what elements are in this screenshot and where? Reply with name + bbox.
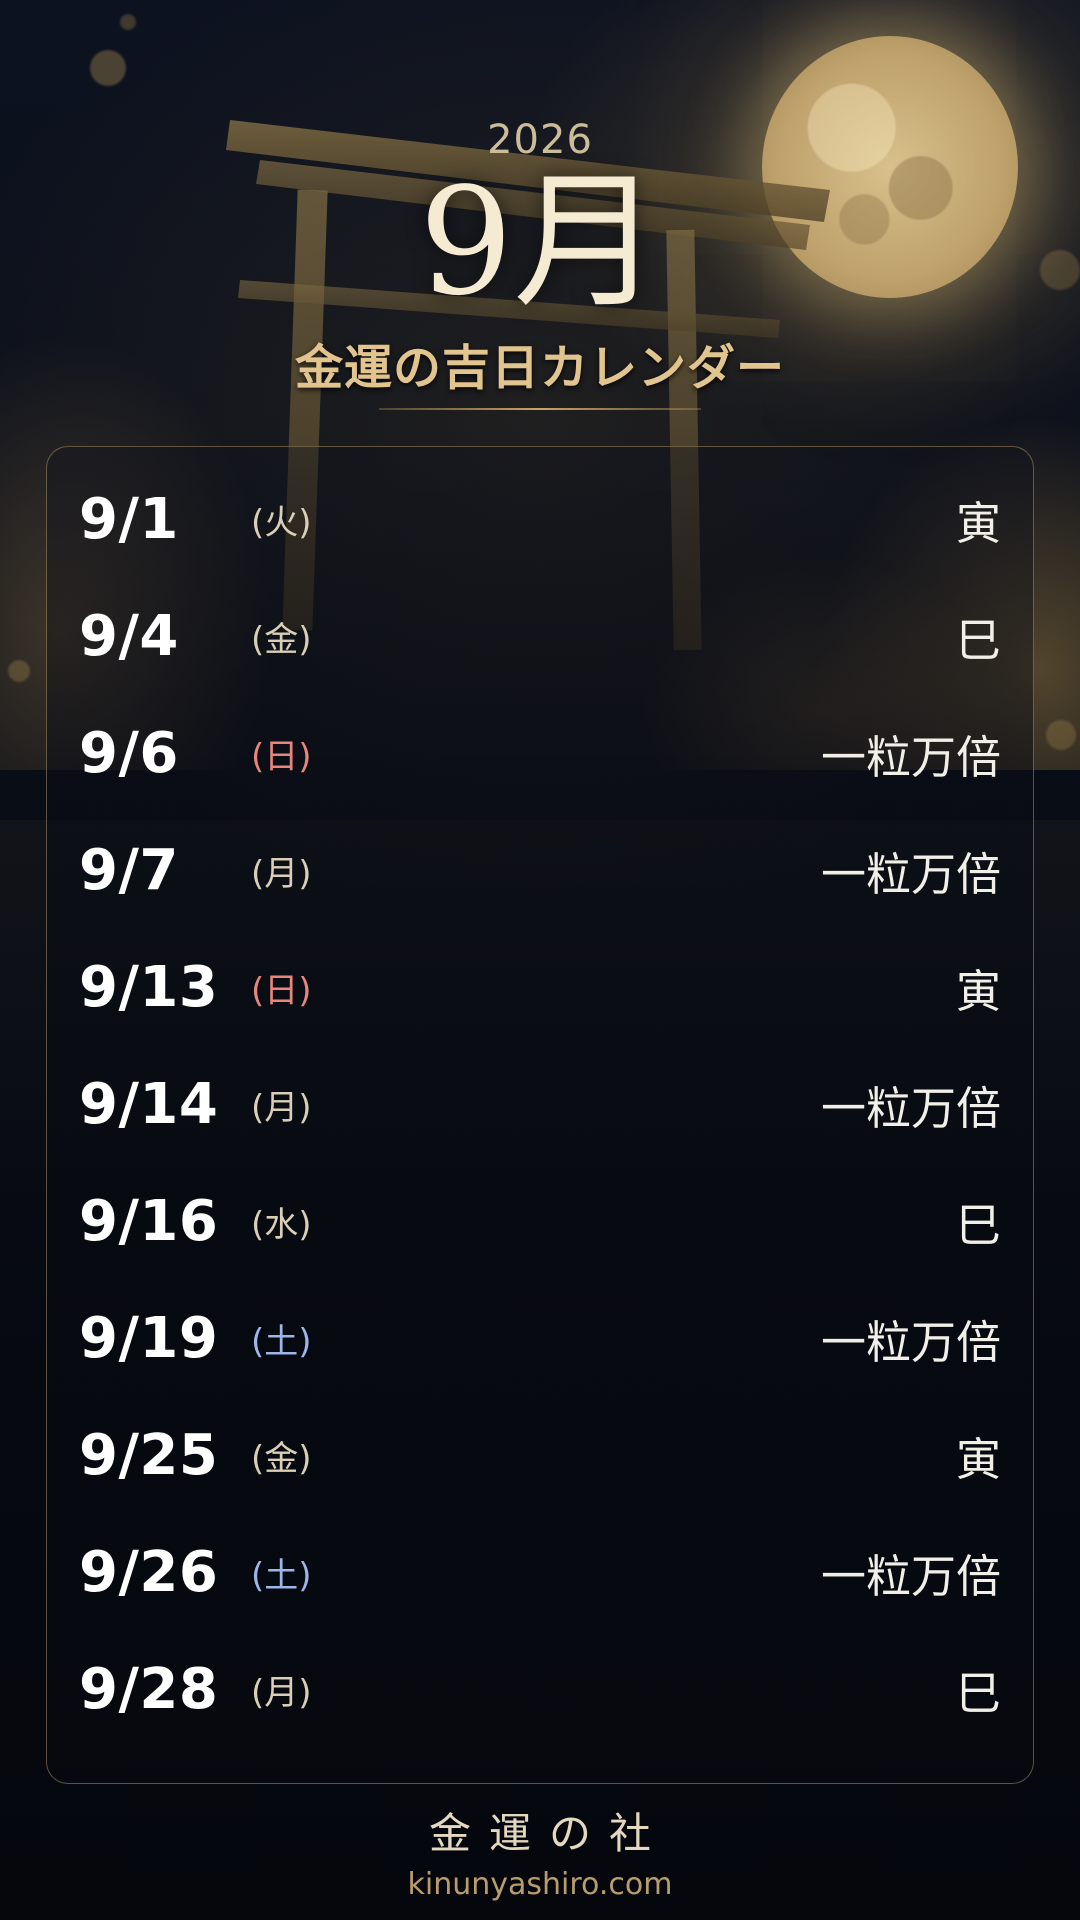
lucky-day-type: 巳 [955,614,1001,667]
lucky-day-type: 一粒万倍 [820,1082,1001,1135]
lucky-day-type: 寅 [955,965,1001,1018]
day-of-week: (金) [251,1439,312,1479]
bokeh-light [1046,720,1076,750]
list-item: 9/26 (土) 一粒万倍 [79,1514,1001,1631]
day-date: 9/19 [79,1306,219,1371]
day-of-week: (土) [251,1556,312,1596]
lucky-days-list: 9/1 (火) 寅 9/4 (金) 巳 9/6 (日) 一粒万倍 9/7 (月) 一粒万倍 9/13 (日… [46,446,1034,1784]
day-of-week: (金) [251,620,312,660]
day-of-week: (月) [251,854,312,894]
list-item: 9/14 (月) 一粒万倍 [79,1046,1001,1163]
calendar-subtitle: 金運の吉日カレンダー [294,340,785,396]
month-title: 9月 [418,156,662,328]
list-item: 9/7 (月) 一粒万倍 [79,812,1001,929]
page-header: 2026 9月 金運の吉日カレンダー [0,120,1080,410]
list-item: 9/19 (土) 一粒万倍 [79,1280,1001,1397]
list-item: 9/4 (金) 巳 [79,578,1001,695]
day-of-week: (水) [251,1205,312,1245]
list-item: 9/1 (火) 寅 [79,461,1001,578]
day-date: 9/4 [79,604,179,669]
lucky-day-type: 一粒万倍 [820,731,1001,784]
lucky-day-type: 一粒万倍 [820,1316,1001,1369]
list-item: 9/6 (日) 一粒万倍 [79,695,1001,812]
bokeh-light [120,14,136,30]
list-item: 9/28 (月) 巳 [79,1631,1001,1748]
bokeh-light [90,50,126,86]
day-date: 9/28 [79,1657,219,1722]
day-of-week: (日) [251,971,312,1011]
lucky-day-type: 巳 [955,1199,1001,1252]
list-item: 9/16 (水) 巳 [79,1163,1001,1280]
header-divider [379,408,701,410]
day-date: 9/13 [79,955,219,1020]
day-of-week: (火) [251,503,312,543]
footer: 金運の社 kinunyashiro.com [0,1800,1080,1902]
bokeh-light [8,660,30,682]
day-date: 9/25 [79,1423,219,1488]
year-label: 2026 [487,117,593,163]
day-of-week: (月) [251,1673,312,1713]
lucky-day-type: 一粒万倍 [820,1550,1001,1603]
day-of-week: (土) [251,1322,312,1362]
brand-name: 金運の社 [428,1809,669,1858]
day-date: 9/26 [79,1540,219,1605]
day-date: 9/7 [79,838,179,903]
website-url[interactable]: kinunyashiro.com [0,1867,1080,1902]
list-item: 9/13 (日) 寅 [79,929,1001,1046]
day-date: 9/16 [79,1189,219,1254]
day-date: 9/1 [79,487,179,552]
day-of-week: (日) [251,737,312,777]
day-date: 9/14 [79,1072,219,1137]
day-of-week: (月) [251,1088,312,1128]
lucky-day-type: 寅 [955,1433,1001,1486]
day-date: 9/6 [79,721,179,786]
list-item: 9/25 (金) 寅 [79,1397,1001,1514]
lucky-day-type: 寅 [955,497,1001,550]
lucky-day-type: 一粒万倍 [820,848,1001,901]
lucky-day-type: 巳 [955,1667,1001,1720]
